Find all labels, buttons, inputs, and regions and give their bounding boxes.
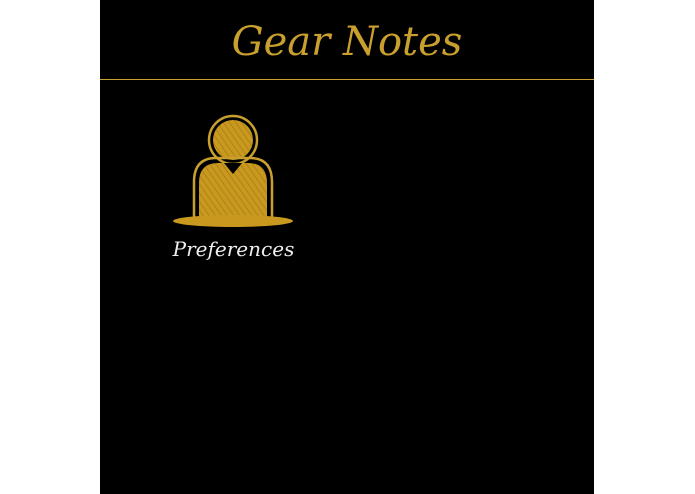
preferences-label: Preferences <box>172 237 295 261</box>
app-header: Gear Notes <box>100 0 594 80</box>
user-icon <box>173 114 293 227</box>
app-title: Gear Notes <box>231 19 463 65</box>
preferences-tile[interactable]: Preferences <box>166 108 301 268</box>
app-screen: Gear Notes Preferences <box>100 0 594 494</box>
